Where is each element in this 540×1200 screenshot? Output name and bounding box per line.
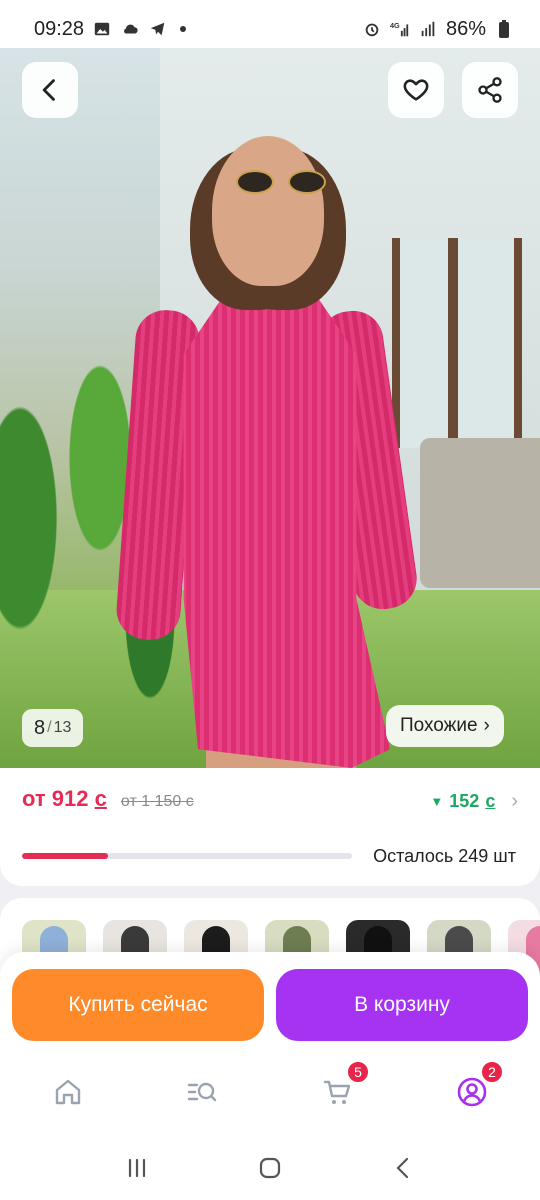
bottom-navigation: 5 2 [0,1048,540,1136]
more-notifications-dot-icon [180,26,187,32]
image-current-index: 8 [34,716,46,739]
nav-home[interactable] [48,1072,88,1112]
image-page-counter: 8 / 13 [22,709,84,747]
product-screen: 09:28 4G 86% 8 / 13 Похожие › от 912 с о… [0,0,540,1200]
cart-badge: 5 [346,1060,370,1084]
triangle-down-icon: ▼ [430,794,444,809]
telegram-icon [148,19,168,39]
chevron-right-icon: › [483,715,490,736]
share-button[interactable] [462,62,518,118]
status-left: 09:28 [34,17,187,41]
stock-progress-bar [22,853,352,859]
gallery-notification-icon [92,19,112,39]
nav-cart[interactable]: 5 [318,1060,370,1112]
buy-now-button[interactable]: Купить сейчас [12,969,264,1041]
stock-row: Осталось 249 шт [22,844,516,868]
heart-icon [403,79,429,101]
model-head [212,136,324,286]
image-total-count: 13 [53,719,72,736]
stock-remaining: Осталось 249 шт [373,845,516,866]
price-card: от 912 с от 1 150 с ▼ 152 с › Осталось 2… [0,768,540,886]
price-prefix: от [22,786,46,811]
svg-text:4G: 4G [390,21,400,30]
arrow-left-icon [42,79,55,101]
background-planter [420,438,540,588]
bonus-points-button[interactable]: ▼ 152 с › [430,790,518,813]
price-row: от 912 с от 1 150 с ▼ 152 с › [22,786,518,820]
similar-label: Похожие [400,715,478,736]
signal-4g-icon: 4G [390,19,410,39]
stock-progress-fill [22,853,108,859]
nav-profile[interactable]: 2 [452,1060,504,1112]
signal-icon [418,19,438,39]
home-square-icon [259,1157,281,1179]
catalog-search-icon [187,1082,217,1102]
product-photo[interactable] [0,48,540,770]
old-price: от 1 150 с [120,793,194,810]
status-time: 09:28 [34,17,85,40]
price-currency: с [94,786,107,811]
home-system-button[interactable] [250,1148,290,1188]
similar-products-button[interactable]: Похожие › [386,705,504,747]
back-chevron-icon [397,1157,409,1179]
battery-icon [494,19,514,39]
status-right: 4G 86% [362,18,514,41]
bonus-amount: 152 [449,791,480,811]
cloud-icon [120,19,140,39]
back-system-button[interactable] [383,1148,423,1188]
model-sunglasses [236,170,326,196]
bonus-currency: с [485,791,496,811]
nav-catalog[interactable] [182,1072,222,1112]
chevron-right-icon: › [511,790,518,812]
profile-badge: 2 [480,1060,504,1084]
background-window [392,238,522,448]
home-icon [55,1079,81,1105]
recent-apps-icon [128,1158,145,1178]
favorite-button[interactable] [388,62,444,118]
alarm-icon [362,19,382,39]
action-bar: Купить сейчас В корзину [0,952,540,1048]
add-to-cart-button[interactable]: В корзину [276,969,528,1041]
system-navigation-bar [0,1136,540,1200]
price-amount: 912 [51,786,89,811]
image-counter-separator: / [47,719,52,736]
recent-apps-button[interactable] [117,1148,157,1188]
battery-percent: 86% [445,17,486,40]
share-icon [478,77,502,103]
current-price: от 912 с [22,786,107,812]
back-button[interactable] [22,62,78,118]
